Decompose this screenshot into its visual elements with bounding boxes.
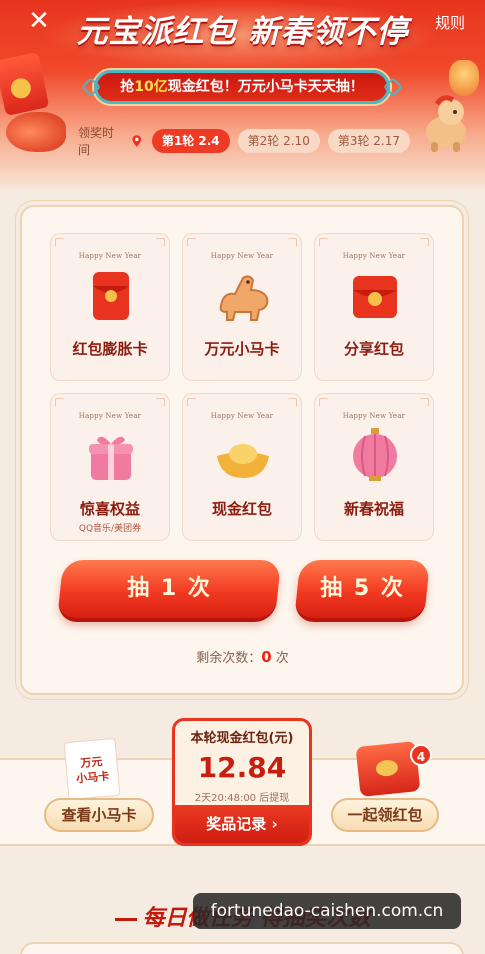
round-selector: 领奖时间 第1轮 2.4 第2轮 2.10 第3轮 2.17 xyxy=(78,126,418,157)
remaining-label: 剩余次数： xyxy=(196,651,262,666)
remaining-count: 0 xyxy=(261,648,272,666)
prize-card-blessing: Happy New Year 新春祝福 xyxy=(314,393,434,541)
gold-ingot-icon xyxy=(217,444,269,478)
prize-card-share: Happy New Year 分享红包 xyxy=(314,233,434,381)
lantern-decoration xyxy=(449,60,479,96)
koi-fish-decoration xyxy=(6,112,66,152)
card-thumb-line2: 小马卡 xyxy=(75,769,110,786)
banner-highlight: 10亿 xyxy=(134,79,168,95)
round-tab-2[interactable]: 第2轮 2.10 xyxy=(237,129,320,153)
page-title: 元宝派红包 新春领不停 xyxy=(76,14,409,50)
banner-left-ornament xyxy=(81,77,101,97)
card-header: Happy New Year xyxy=(78,412,142,420)
location-pin-icon xyxy=(132,135,142,147)
prize-label: 分享红包 xyxy=(343,340,404,358)
heading-dash-decoration xyxy=(114,917,137,921)
prize-label: 红包膨胀卡 xyxy=(72,340,148,358)
draw-five-label: 抽 5 次 xyxy=(319,576,405,601)
banner-prefix: 抢 xyxy=(120,79,135,95)
card-header: Happy New Year xyxy=(342,412,406,420)
tasks-card xyxy=(20,942,464,954)
prize-label: 新春祝福 xyxy=(343,500,404,518)
prize-records-button[interactable]: 奖品记录 › xyxy=(175,805,309,843)
lantern-icon xyxy=(353,428,397,481)
watermark: fortunedao-caishen.com.cn xyxy=(193,893,461,929)
header: ✕ 元宝派红包 新春领不停 规则 抢10亿现金红包！万元小马卡天天抽！ 领奖时间… xyxy=(0,0,485,190)
remaining-draws: 剩余次数：0 次 xyxy=(0,647,485,666)
cash-title: 本轮现金红包(元) xyxy=(190,731,294,746)
round-tab-3[interactable]: 第3轮 2.17 xyxy=(327,129,410,153)
card-header: Happy New Year xyxy=(210,252,274,260)
card-header: Happy New Year xyxy=(78,252,142,260)
draw-once-label: 抽 1 次 xyxy=(126,576,212,601)
prize-label: 万元小马卡 xyxy=(204,340,280,358)
card-header: Happy New Year xyxy=(342,252,406,260)
draw-five-button[interactable]: 抽 5 次 xyxy=(293,560,431,622)
cash-amount: 12.84 xyxy=(197,751,287,784)
prize-card-horse: Happy New Year 万元小马卡 xyxy=(182,233,302,381)
card-header: Happy New Year xyxy=(210,412,274,420)
collect-together-button[interactable]: 一起领红包 xyxy=(331,798,439,832)
red-envelope-icon xyxy=(93,272,129,320)
gift-box-icon xyxy=(89,436,133,480)
prize-card-surprise: Happy New Year 惊喜权益 QQ音乐/美团券 xyxy=(50,393,170,541)
horse-cookie-icon xyxy=(219,275,269,321)
draw-once-button[interactable]: 抽 1 次 xyxy=(56,560,282,622)
prize-label: 现金红包 xyxy=(211,500,272,518)
round-tab-1[interactable]: 第1轮 2.4 xyxy=(151,129,230,153)
banner-right-ornament xyxy=(383,77,403,97)
prize-label: 惊喜权益 xyxy=(79,500,140,518)
view-cards-button[interactable]: 查看小马卡 xyxy=(44,798,154,832)
share-envelope-icon xyxy=(353,276,397,318)
cash-envelope-card: 本轮现金红包(元) 12.84 2天20:48:00 后提现 奖品记录 › xyxy=(172,718,312,846)
rules-link[interactable]: 规则 xyxy=(435,12,465,33)
prize-card-cash: Happy New Year 现金红包 xyxy=(182,393,302,541)
remaining-unit: 次 xyxy=(275,651,289,666)
prize-sublabel: QQ音乐/美团券 xyxy=(78,524,142,534)
collect-count-badge: 4 xyxy=(410,744,432,766)
banner-suffix: 现金红包！万元小马卡天天抽！ xyxy=(167,79,364,95)
prize-card-expansion: Happy New Year 红包膨胀卡 xyxy=(50,233,170,381)
horse-card-thumbnail[interactable]: 万元 小马卡 xyxy=(63,737,121,801)
promo-banner: 抢10亿现金红包！万元小马卡天天抽！ xyxy=(81,68,403,106)
withdraw-countdown: 2天20:48:00 后提现 xyxy=(194,793,290,804)
award-time-label: 领奖时间 xyxy=(78,126,115,157)
horse-mascot-icon xyxy=(426,95,466,152)
